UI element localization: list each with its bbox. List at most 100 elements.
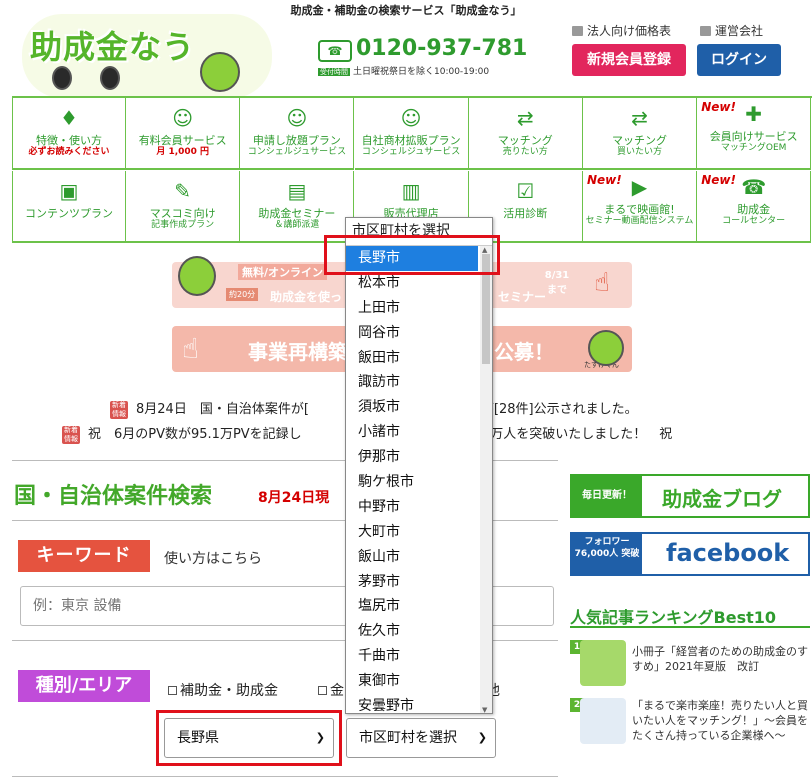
nav-item-sublabel: ＆講師派遣 xyxy=(274,220,320,230)
mascot-small-icon xyxy=(52,66,72,90)
mascot-icon: ☺ xyxy=(286,106,308,130)
dropdown-option[interactable]: 佐久市 xyxy=(346,619,492,644)
nav-item[interactable]: ☺ 有料会員サービス月 1,000 円 xyxy=(126,98,241,170)
mascot-small-icon xyxy=(100,66,120,90)
nav-item[interactable]: New! ✚ 会員向けサービス マッチングOEM xyxy=(697,98,812,170)
pricing-link-label: 法人向け価格表 xyxy=(587,24,672,38)
dropdown-option[interactable]: 飯山市 xyxy=(346,545,492,570)
dropdown-option[interactable]: 諏訪市 xyxy=(346,370,492,395)
dropdown-option[interactable]: 小諸市 xyxy=(346,420,492,445)
dropdown-option[interactable]: 塩尻市 xyxy=(346,594,492,619)
restructure-right: 公募！ xyxy=(494,340,554,364)
new-badge: New! xyxy=(701,173,736,187)
dropdown-option[interactable]: 東御市 xyxy=(346,669,492,694)
new-badge: New! xyxy=(587,173,622,187)
dropdown-option[interactable]: 安曇野市 xyxy=(346,694,492,713)
folder-icon xyxy=(700,26,711,36)
nav-item-sublabel: 買いたい方 xyxy=(616,147,662,157)
dropdown-option[interactable]: 大町市 xyxy=(346,520,492,545)
city-select[interactable]: 市区町村を選択 ❯ xyxy=(346,718,496,758)
category-label: 種別/エリア xyxy=(18,670,150,702)
prefecture-select[interactable]: 長野県 ❯ xyxy=(164,718,334,758)
dropdown-option[interactable]: 伊那市 xyxy=(346,445,492,470)
dropdown-option[interactable]: 中野市 xyxy=(346,495,492,520)
building-icon: ▥ xyxy=(401,179,421,203)
checkbox-box[interactable] xyxy=(168,686,177,695)
nav-item-sublabel: 記事作成プラン xyxy=(151,220,215,230)
login-button[interactable]: ログイン xyxy=(697,44,781,76)
nav-item-sublabel: 売りたい方 xyxy=(502,147,548,157)
nav-item-label: マッチング xyxy=(497,134,553,147)
nav-item-sublabel: セミナー動画配信システム xyxy=(585,216,694,226)
seminar-text: 助成金を使っ xyxy=(270,290,343,304)
facebook-tag: フォロワー 76,000人 突破 xyxy=(572,534,642,574)
checkbox-box[interactable] xyxy=(318,686,327,695)
subsidy-checkbox[interactable]: 補助金・助成金 xyxy=(168,680,278,700)
dropdown-option[interactable]: 飯田市 xyxy=(346,346,492,371)
dropdown-option[interactable]: 上田市 xyxy=(346,296,492,321)
company-link[interactable]: 運営会社 xyxy=(700,22,763,39)
nav-item[interactable]: ✎ マスコミ向け 記事作成プラン xyxy=(126,171,241,243)
mascot-icon xyxy=(200,52,240,92)
nav-item[interactable]: ♦ 特徴・使い方 必ずお読みください xyxy=(12,98,126,170)
divider xyxy=(570,626,810,628)
nav-item[interactable]: ⇄ マッチング 買いたい方 xyxy=(583,98,697,170)
nav-item[interactable]: ▤ 助成金セミナー ＆講師派遣 xyxy=(240,171,355,243)
blog-banner[interactable]: 毎日更新！ 助成金ブログ xyxy=(570,474,810,518)
pricing-link[interactable]: 法人向け価格表 xyxy=(572,22,671,39)
seminar-date: 8/31 まで xyxy=(544,270,570,296)
nav-item-label: 自社商材拡販プラン xyxy=(361,134,461,147)
city-dropdown[interactable]: 市区町村を選択 長野市 松本市 上田市 岡谷市 飯田市 諏訪市 須坂市 小諸市 伊那市 駒ケ根市中… xyxy=(345,217,493,714)
handshake-icon: ⇄ xyxy=(631,106,648,130)
price-icon xyxy=(572,26,583,36)
nav-item-label: 申請し放題プラン xyxy=(252,134,341,147)
phone-number[interactable]: 0120-937-781 xyxy=(356,36,527,61)
seminar-small-label: 無料/オンライン xyxy=(238,264,328,280)
checkbox-label: 金 xyxy=(330,683,344,699)
keyword-help-link[interactable]: 使い方はこちら xyxy=(164,548,262,568)
nav-item-label: まるで映画館! xyxy=(604,203,675,216)
second-checkbox[interactable]: 金 xyxy=(318,680,344,700)
nav-item[interactable]: New! ▶ まるで映画館! セミナー動画配信システム xyxy=(583,171,697,243)
dropdown-option[interactable]: 須坂市 xyxy=(346,395,492,420)
dropdown-option[interactable]: 駒ケ根市 xyxy=(346,470,492,495)
seminar-badge: 約20分 xyxy=(226,288,259,301)
handshake-icon: ⇄ xyxy=(516,106,534,130)
nav-item[interactable]: ☺ 申請し放題プラン コンシェルジュサービス xyxy=(240,98,355,170)
nav-item[interactable]: New! ☎ 助成金 コールセンター xyxy=(697,171,812,243)
dropdown-scrollbar[interactable]: ▲ ▼ xyxy=(480,246,492,713)
dropdown-option[interactable]: 千曲市 xyxy=(346,644,492,669)
register-button[interactable]: 新規会員登録 xyxy=(572,44,686,76)
company-link-label: 運営会社 xyxy=(715,24,764,38)
news-badge: 新着情報 xyxy=(62,426,80,444)
facebook-banner[interactable]: フォロワー 76,000人 突破 facebook xyxy=(570,532,810,576)
nav-item-label: コンテンツプラン xyxy=(25,207,113,220)
nav-item-sublabel: コンシェルジュサービス xyxy=(361,147,461,157)
nav-item-sublabel: 必ずお読みください xyxy=(28,147,110,157)
news-text-pre: 祝 6月のPV数が95.1万PVを記録し xyxy=(88,427,302,442)
city-value: 市区町村を選択 xyxy=(359,730,457,746)
blog-title: 助成金ブログ xyxy=(662,487,782,511)
nav-item-sublabel: マッチングOEM xyxy=(720,143,787,153)
nav-item[interactable]: ▣ コンテンツプラン xyxy=(12,171,126,243)
prefecture-value: 長野県 xyxy=(177,730,219,746)
rank-thumbnail xyxy=(580,640,626,686)
search-title: 国・自治体案件検索 xyxy=(14,484,213,509)
scroll-down-icon[interactable]: ▼ xyxy=(482,706,487,713)
mascot-icon: ☺ xyxy=(400,106,422,130)
phone-hours-text: 土日曜祝祭日を除く10:00-19:00 xyxy=(353,67,490,77)
dropdown-option[interactable]: 茅野市 xyxy=(346,570,492,595)
dropdown-option[interactable]: 岡谷市 xyxy=(346,321,492,346)
mascot-icon: ☺ xyxy=(172,106,194,130)
nav-item-label: 助成金セミナー xyxy=(258,207,336,220)
nav-item[interactable]: ☺ 自社商材拡販プラン コンシェルジュサービス xyxy=(354,98,469,170)
logo-text[interactable]: 助成金なう xyxy=(30,22,195,68)
restructure-left: 事業再構築 xyxy=(248,340,348,364)
nav-item[interactable]: ⇄ マッチング 売りたい方 xyxy=(468,98,583,170)
chevron-down-icon: ❯ xyxy=(315,731,325,744)
nav-item-label: 特徴・使い方 xyxy=(36,134,102,147)
restructure-mascot-icon xyxy=(588,330,624,366)
selected-option-highlight xyxy=(324,235,500,275)
nav-item-label: マッチング xyxy=(612,134,667,147)
seminar-mascot-icon xyxy=(178,256,216,296)
